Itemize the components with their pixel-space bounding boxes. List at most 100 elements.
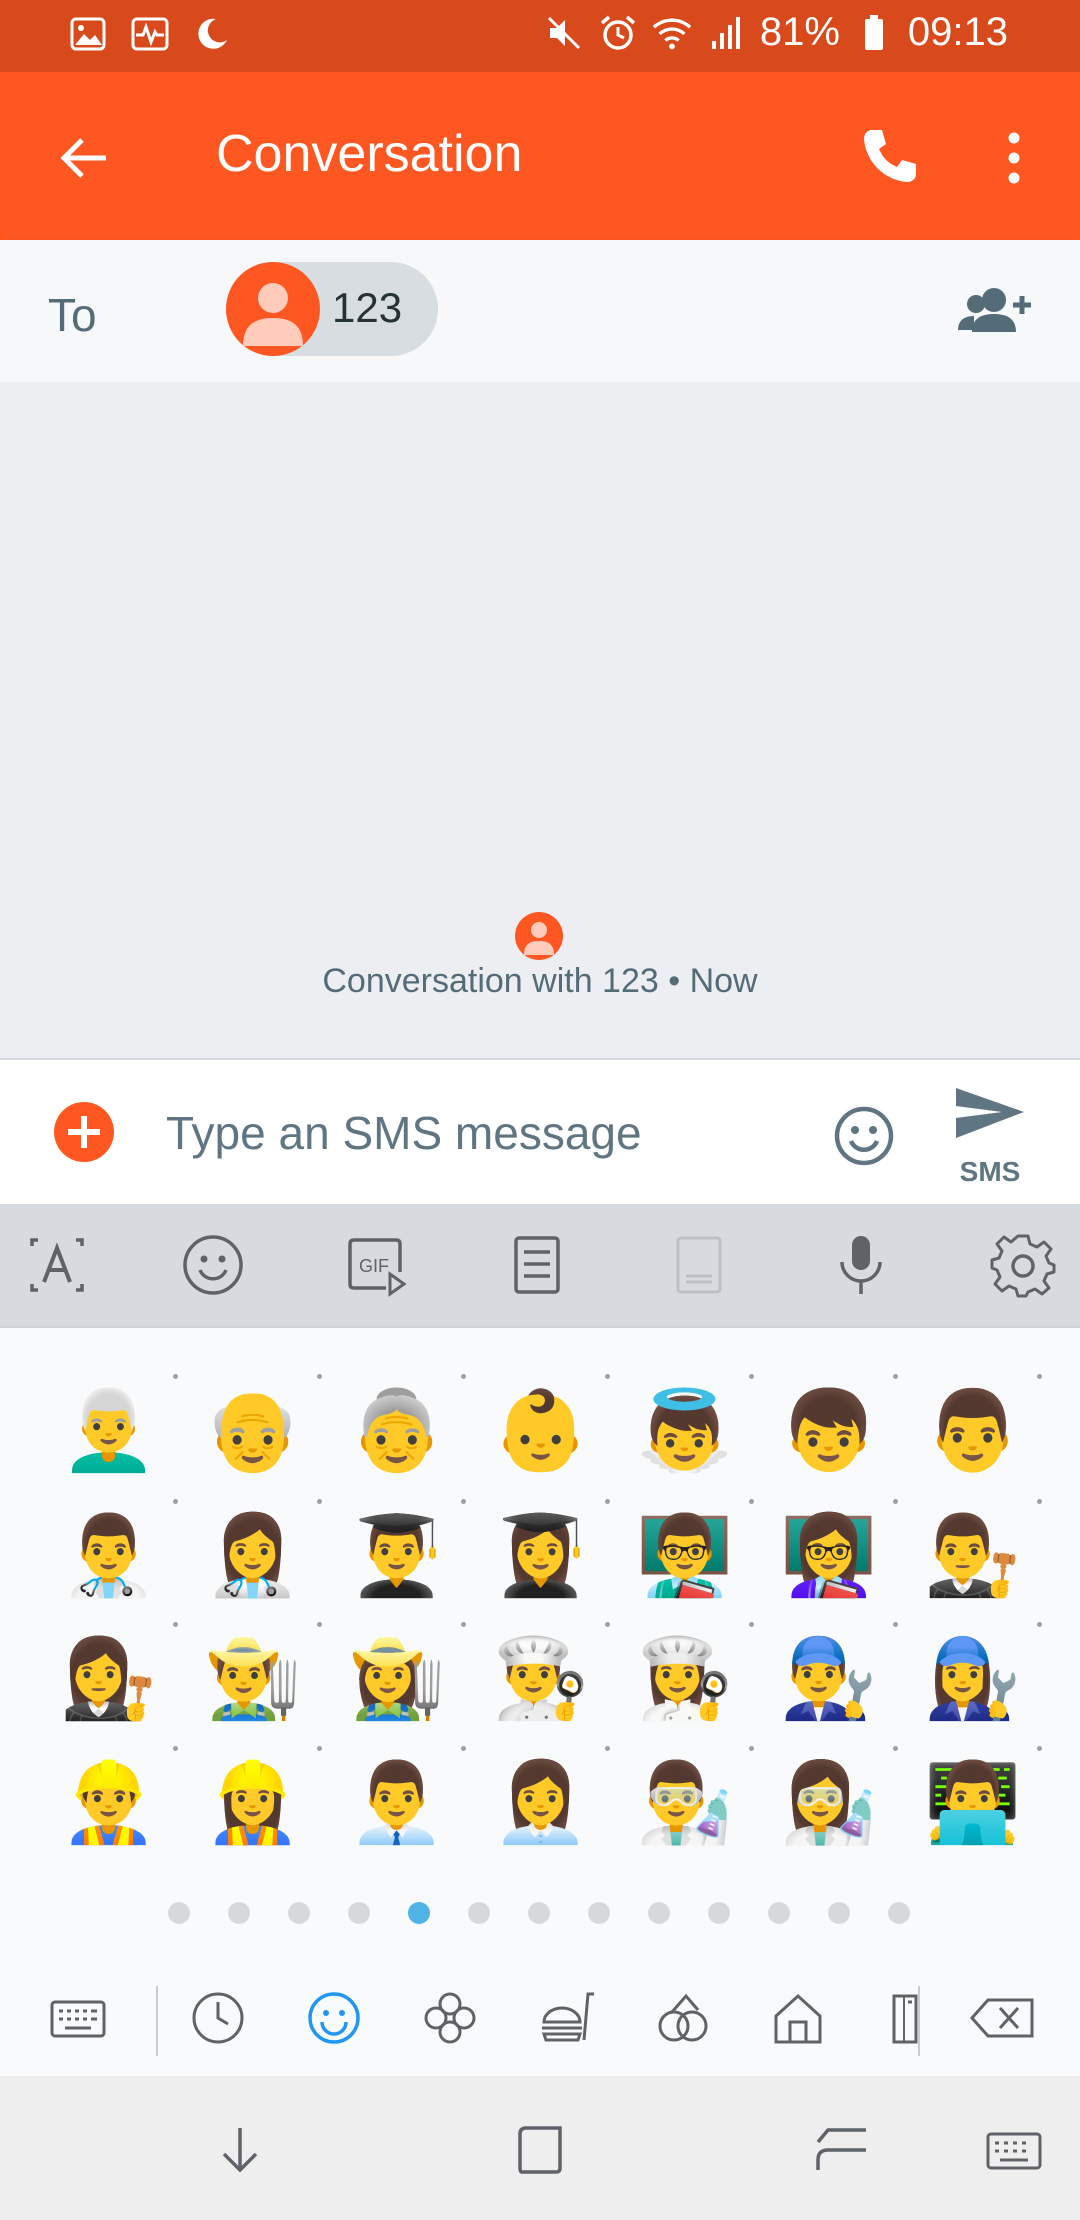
- clock: 09:13: [907, 10, 1008, 54]
- page-dot: [888, 1902, 910, 1924]
- add-contact-icon[interactable]: [956, 282, 1036, 342]
- emoji-key[interactable]: 👩‍⚕️: [204, 1499, 322, 1605]
- attach-button[interactable]: [54, 1102, 114, 1162]
- page-dot: [528, 1902, 550, 1924]
- one-handed-keyboard-icon: [666, 1232, 732, 1298]
- backspace-icon[interactable]: [968, 1988, 1038, 2048]
- nature-icon[interactable]: [420, 1988, 480, 2048]
- page-dot: [468, 1902, 490, 1924]
- page-title: Conversation: [216, 125, 523, 183]
- page-dot: [408, 1902, 430, 1924]
- emoji-key[interactable]: 👨‍🌾: [204, 1622, 322, 1728]
- more-vert-icon[interactable]: [990, 128, 1038, 188]
- emoji-key[interactable]: 👨‍⚖️: [924, 1499, 1042, 1605]
- emoji-key[interactable]: 👨‍🍳: [492, 1622, 610, 1728]
- battery-icon: [854, 13, 894, 53]
- emoji-key[interactable]: 👨: [924, 1374, 1042, 1480]
- emoji-key[interactable]: 👩‍🌾: [348, 1622, 466, 1728]
- back-icon[interactable]: [814, 2122, 874, 2178]
- emoji-key[interactable]: 👨‍🏫: [636, 1499, 754, 1605]
- emoji-category-bar: [0, 1966, 1080, 2076]
- emoji-key[interactable]: 👩‍🍳: [636, 1622, 754, 1728]
- category-divider: [156, 1986, 158, 2056]
- emoji-picker-icon[interactable]: [832, 1104, 896, 1168]
- send-label: SMS: [959, 1156, 1021, 1187]
- emoji-key[interactable]: 👨‍💼: [348, 1746, 466, 1852]
- send-button[interactable]: SMS: [950, 1080, 1030, 1190]
- emoji-key[interactable]: 👩‍🔧: [924, 1622, 1042, 1728]
- recipient-bar: To 123: [0, 240, 1080, 382]
- activity-icon[interactable]: [652, 1988, 712, 2048]
- emoji-key[interactable]: 👨‍🔬: [636, 1746, 754, 1852]
- status-bar: 81% 09:13: [0, 0, 1080, 72]
- category-divider: [918, 1986, 920, 2056]
- keyboard-icon[interactable]: [48, 1988, 108, 2048]
- hide-keyboard-icon[interactable]: [210, 2122, 270, 2178]
- page-dot: [828, 1902, 850, 1924]
- places-icon[interactable]: [768, 1988, 828, 2048]
- arrow-back-icon[interactable]: [54, 128, 114, 188]
- contact-avatar-icon: [515, 912, 563, 960]
- status-bar-left: [68, 14, 232, 54]
- emoji-key[interactable]: 👨‍⚕️: [60, 1499, 178, 1605]
- conversation-info: Conversation with 123 • Now: [322, 962, 758, 1000]
- contact-avatar-icon: [226, 262, 320, 356]
- battery-percent: 81%: [759, 10, 840, 54]
- emoji-key[interactable]: 👶: [492, 1374, 610, 1480]
- gallery-icon: [68, 14, 108, 54]
- app-toolbar: Conversation: [0, 72, 1080, 240]
- emoji-key[interactable]: 👨‍🎓: [348, 1499, 466, 1605]
- emoji-key[interactable]: 👦: [780, 1374, 898, 1480]
- page-dot: [228, 1902, 250, 1924]
- smileys-icon[interactable]: [304, 1988, 364, 2048]
- recent-icon[interactable]: [188, 1988, 248, 2048]
- clipboard-icon[interactable]: [504, 1232, 570, 1298]
- microphone-icon[interactable]: [828, 1232, 894, 1298]
- page-dot: [288, 1902, 310, 1924]
- emoji-key[interactable]: 👨‍💻: [924, 1746, 1042, 1852]
- recipient-chip[interactable]: 123: [226, 262, 438, 356]
- emoji-key[interactable]: 👩‍💼: [492, 1746, 610, 1852]
- emoji-key[interactable]: 👼: [636, 1374, 754, 1480]
- emoji-key[interactable]: 👩‍🔬: [780, 1746, 898, 1852]
- to-label: To: [48, 289, 97, 341]
- keyboard-toolbar: GIF: [0, 1204, 1080, 1326]
- signal-icon: [706, 13, 746, 53]
- gif-icon[interactable]: GIF: [342, 1232, 408, 1298]
- page-dot: [648, 1902, 670, 1924]
- message-composer: SMS: [0, 1058, 1080, 1206]
- phone-icon[interactable]: [858, 124, 922, 188]
- food-icon[interactable]: [536, 1988, 596, 2048]
- page-dot: [588, 1902, 610, 1924]
- emoji-key[interactable]: 👵: [348, 1374, 466, 1480]
- emoji-key[interactable]: 👨‍🦳: [60, 1374, 178, 1480]
- navigation-bar: [0, 2076, 1080, 2220]
- emoji-key[interactable]: 👴: [204, 1374, 322, 1480]
- switch-keyboard-icon[interactable]: [984, 2122, 1044, 2178]
- page-dot: [168, 1902, 190, 1924]
- emoji-key[interactable]: 👩‍🎓: [492, 1499, 610, 1605]
- emoji-key[interactable]: 👷‍♂️: [60, 1746, 178, 1852]
- emoji-icon[interactable]: [180, 1232, 246, 1298]
- emoji-key[interactable]: 👨‍🔧: [780, 1622, 898, 1728]
- health-icon: [130, 14, 170, 54]
- page-dot: [768, 1902, 790, 1924]
- text-mode-icon[interactable]: [24, 1232, 90, 1298]
- alarm-icon: [598, 13, 638, 53]
- emoji-key[interactable]: 👷‍♀️: [204, 1746, 322, 1852]
- moon-icon: [192, 14, 232, 54]
- emoji-key[interactable]: 👩‍⚖️: [60, 1622, 178, 1728]
- wifi-icon: [652, 13, 692, 53]
- page-dot: [348, 1902, 370, 1924]
- conversation-area: Conversation with 123 • Now: [0, 382, 1080, 1058]
- page-dot: [708, 1902, 730, 1924]
- recents-icon[interactable]: [512, 2122, 572, 2178]
- objects-icon[interactable]: [884, 1988, 944, 2048]
- svg-text:GIF: GIF: [359, 1256, 389, 1276]
- message-input[interactable]: [166, 1100, 806, 1166]
- emoji-key[interactable]: 👩‍🏫: [780, 1499, 898, 1605]
- mute-icon: [544, 13, 584, 53]
- send-icon: [956, 1088, 1024, 1138]
- recipient-name: 123: [332, 284, 403, 331]
- settings-icon[interactable]: [990, 1232, 1056, 1298]
